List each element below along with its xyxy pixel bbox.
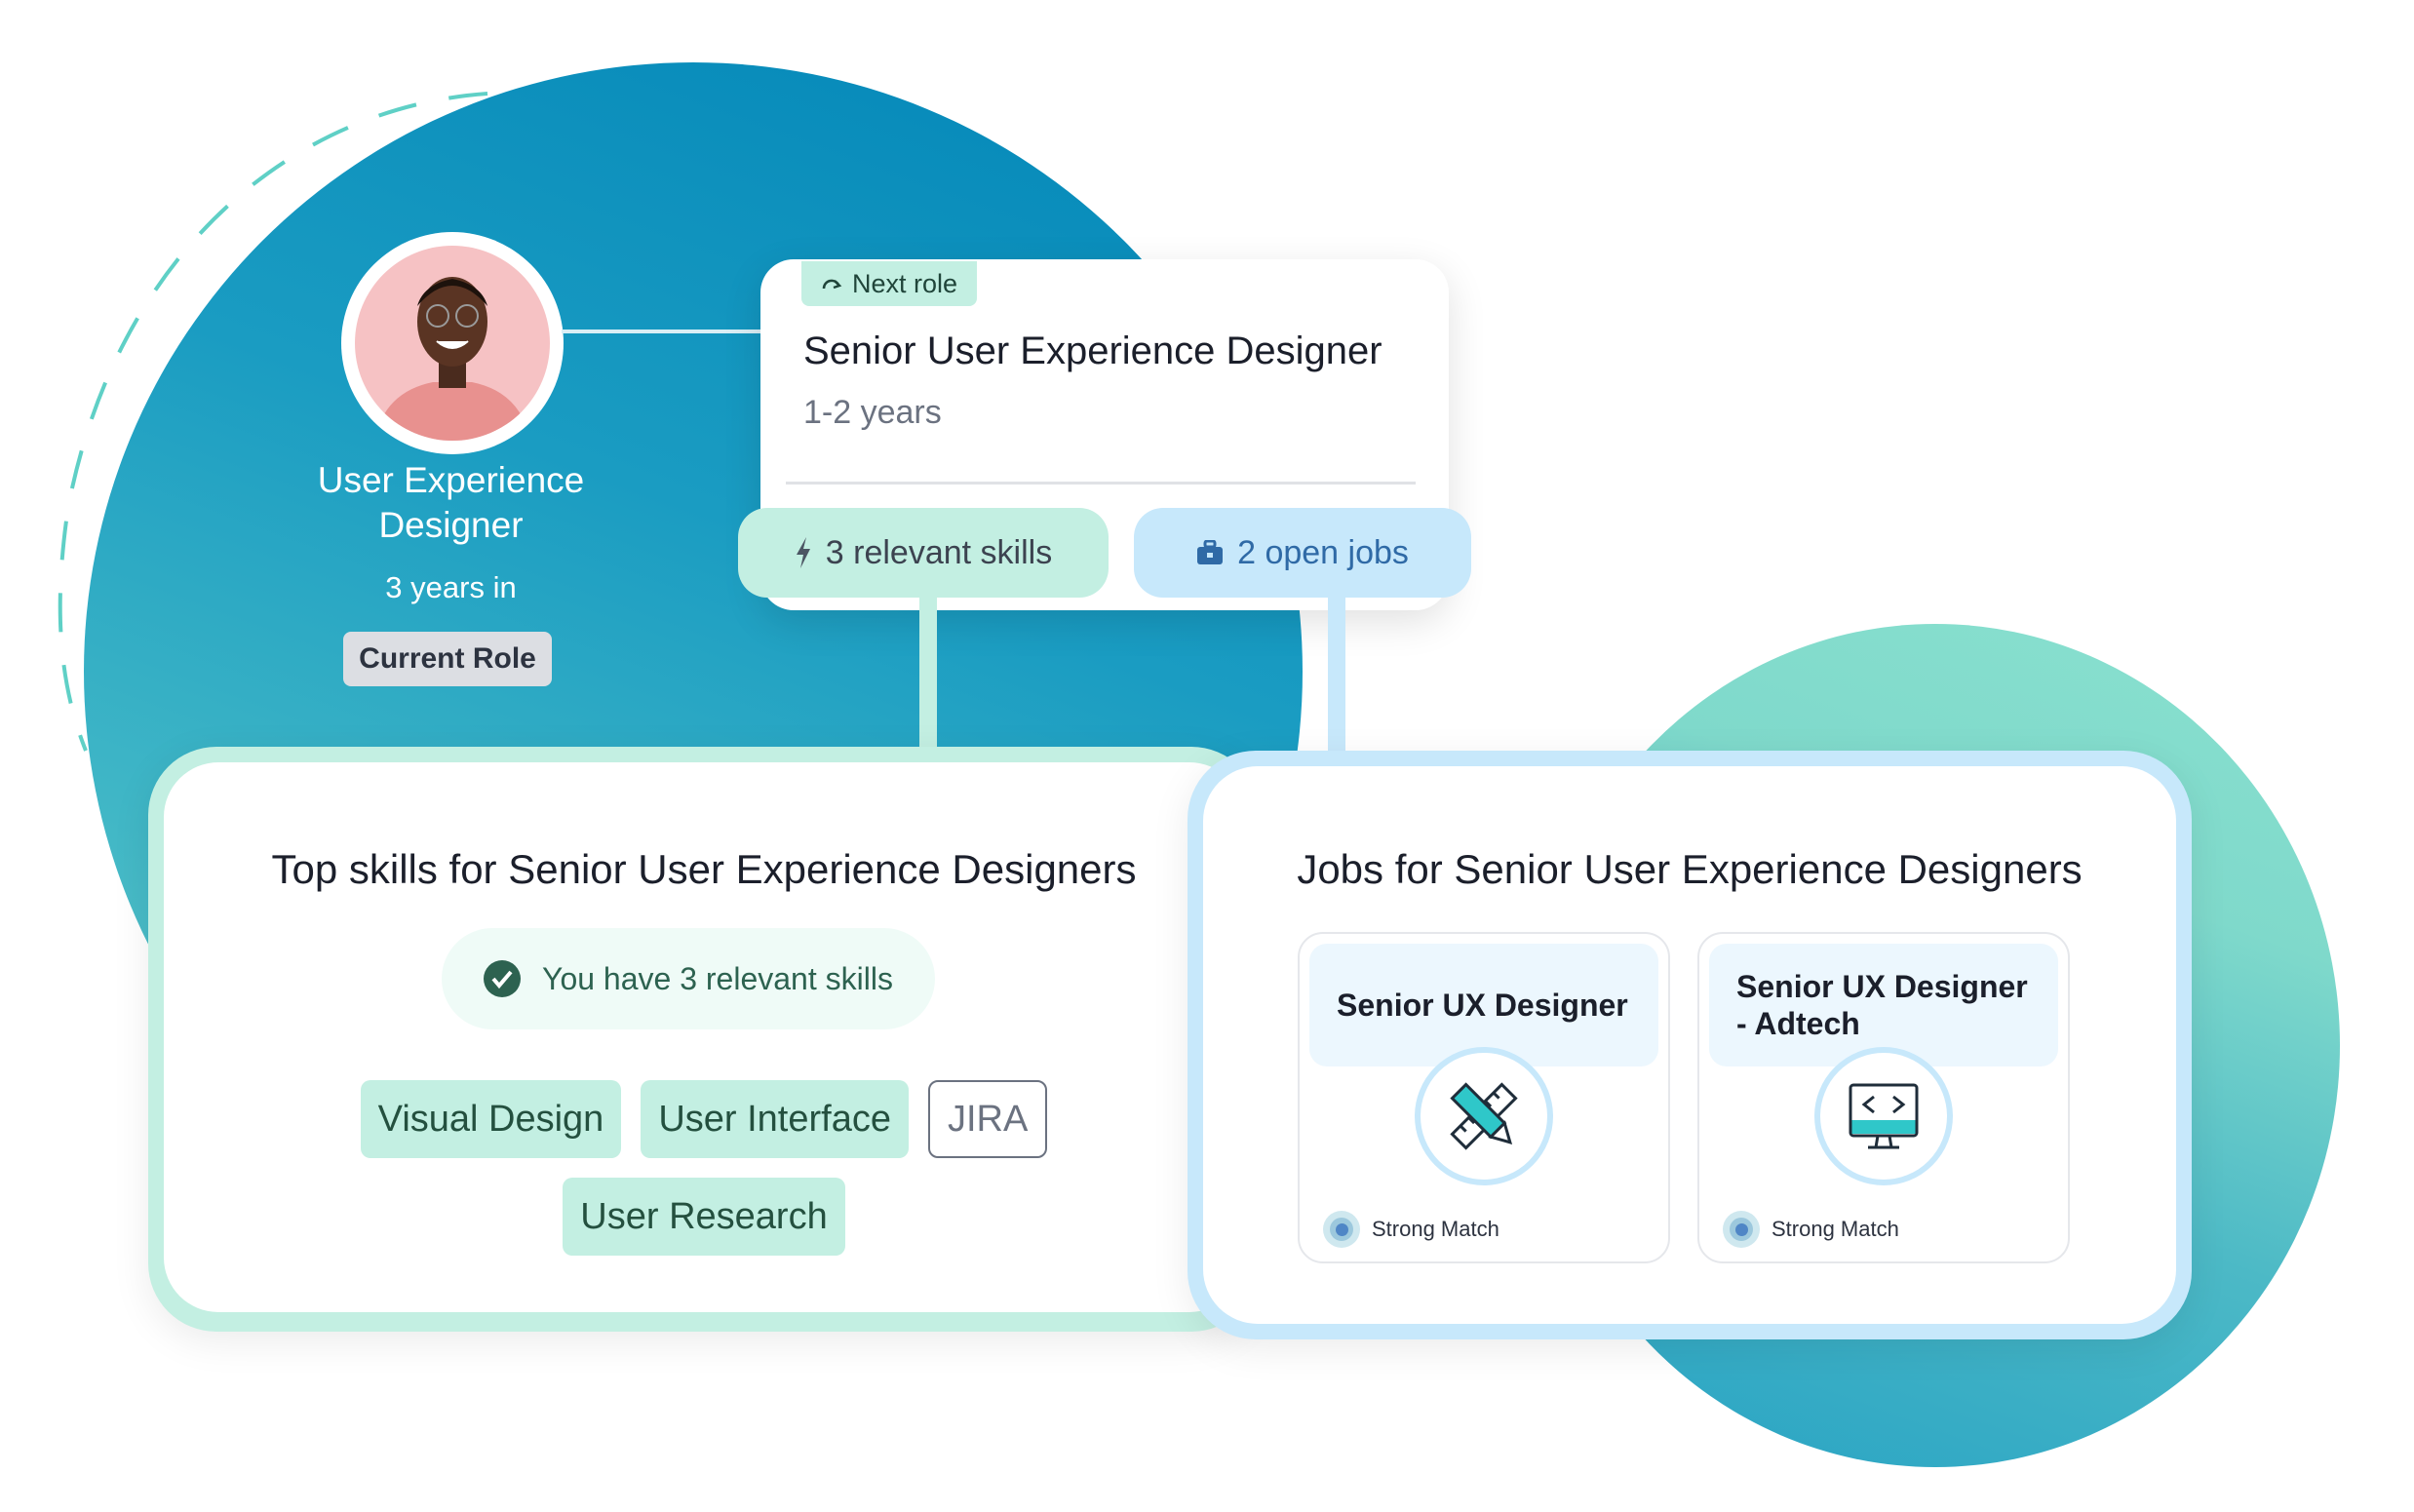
match-indicator: Strong Match — [1723, 1211, 1899, 1248]
divider — [786, 482, 1416, 485]
open-jobs-label: 2 open jobs — [1237, 533, 1409, 571]
check-circle-icon — [484, 960, 522, 997]
skill-chip[interactable]: JIRA — [927, 1080, 1048, 1158]
skills-panel-title: Top skills for Senior User Experience De… — [271, 846, 1137, 892]
jobs-panel: Jobs for Senior User Experience Designer… — [1188, 751, 2192, 1339]
jobs-panel-title: Jobs for Senior User Experience Designer… — [1297, 846, 2083, 892]
skills-panel: Top skills for Senior User Experience De… — [148, 747, 1260, 1332]
relevant-skills-button[interactable]: 3 relevant skills — [738, 508, 1109, 598]
code-monitor-icon — [1814, 1047, 1953, 1185]
job-card[interactable]: Senior UX Designer - Adtech Strong Match — [1697, 932, 2070, 1263]
match-dot-icon — [1323, 1211, 1360, 1248]
next-role-title: Senior User Experience Designer — [803, 330, 1382, 372]
connector-line — [562, 330, 766, 333]
relevant-skills-summary: You have 3 relevant skills — [442, 928, 935, 1029]
redo-arrow-icon — [822, 279, 842, 290]
lightning-icon — [796, 537, 810, 568]
match-label: Strong Match — [1772, 1217, 1899, 1241]
skill-chips: Visual Design User Interface JIRA User R… — [164, 1080, 1244, 1256]
current-role-title: User Experience Designer — [317, 460, 585, 545]
match-indicator: Strong Match — [1323, 1211, 1499, 1248]
open-jobs-button[interactable]: 2 open jobs — [1134, 508, 1471, 598]
match-label: Strong Match — [1372, 1217, 1499, 1241]
relevant-skills-label: 3 relevant skills — [825, 533, 1053, 571]
avatar — [341, 232, 564, 454]
skill-chip[interactable]: User Research — [563, 1178, 845, 1256]
avatar-photo — [355, 246, 550, 441]
person-illustration — [374, 277, 530, 441]
jobs-connector — [1328, 598, 1345, 754]
current-role-years: 3 years in — [385, 570, 517, 604]
next-role-tag: Next role — [801, 261, 978, 306]
next-role-years: 1-2 years — [803, 394, 942, 431]
match-dot-icon — [1723, 1211, 1760, 1248]
pencil-ruler-icon — [1415, 1047, 1553, 1185]
skill-chip[interactable]: User Interface — [641, 1080, 909, 1158]
current-role-badge: Current Role — [343, 632, 552, 686]
relevant-skills-summary-text: You have 3 relevant skills — [542, 960, 893, 996]
job-card[interactable]: Senior UX Designer Strong Match — [1298, 932, 1670, 1263]
next-role-tag-label: Next role — [852, 268, 958, 298]
skill-chip[interactable]: Visual Design — [360, 1080, 622, 1158]
skills-connector — [919, 598, 937, 754]
briefcase-icon — [1197, 540, 1224, 564]
